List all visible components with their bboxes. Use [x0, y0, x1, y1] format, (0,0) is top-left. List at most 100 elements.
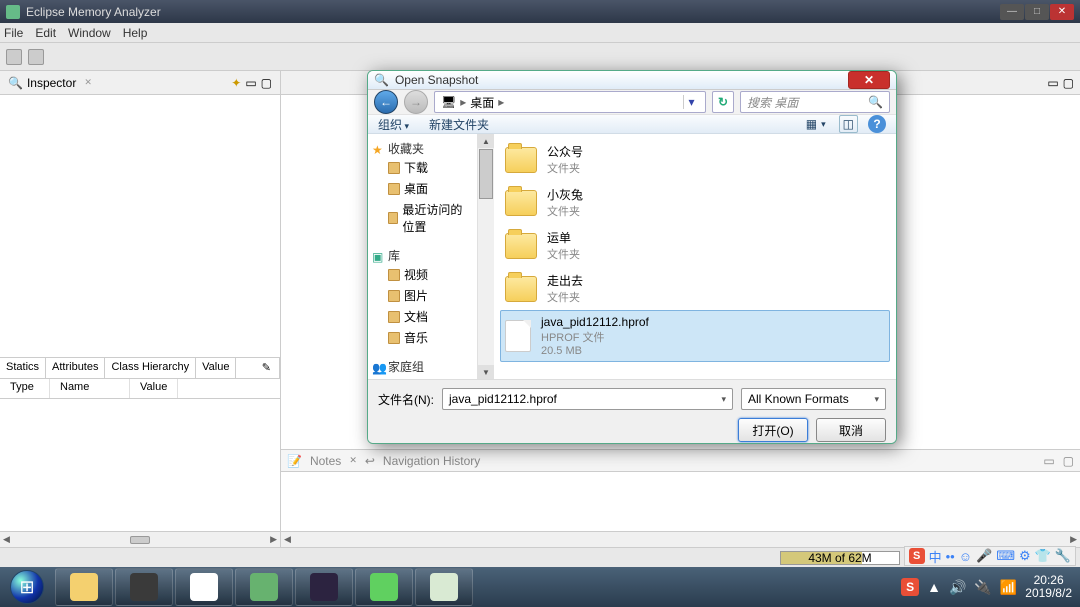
- tree-homegroup[interactable]: 👥家庭组: [372, 358, 473, 375]
- nav-history-tab[interactable]: Navigation History: [383, 454, 480, 468]
- taskbar-app-app-green[interactable]: [235, 568, 293, 606]
- preview-pane-button[interactable]: ◫: [839, 115, 858, 133]
- folder-item[interactable]: 走出去文件夹: [500, 267, 890, 310]
- menu-help[interactable]: Help: [123, 26, 148, 40]
- tray-volume-icon[interactable]: 🔊: [949, 579, 966, 596]
- ime-item-1[interactable]: ••: [946, 549, 955, 564]
- toolbar-open-icon[interactable]: [6, 49, 22, 65]
- organize-button[interactable]: 组织: [378, 116, 409, 133]
- window-maximize-button[interactable]: □: [1025, 4, 1049, 20]
- tree-scrollbar[interactable]: ▲▼: [478, 134, 494, 379]
- heap-meter[interactable]: 43M of 62M: [780, 551, 900, 565]
- folder-item[interactable]: 公众号文件夹: [500, 138, 890, 181]
- tree-downloads[interactable]: 下载: [388, 157, 473, 178]
- tab-statics[interactable]: Statics: [0, 358, 46, 378]
- file-list[interactable]: 公众号文件夹小灰兔文件夹运单文件夹走出去文件夹java_pid12112.hpr…: [494, 134, 896, 379]
- left-hscrollbar[interactable]: ◀ ▶: [0, 531, 280, 547]
- tree-recent[interactable]: 最近访问的位置: [388, 199, 473, 237]
- tree-libraries[interactable]: ▣库: [372, 247, 473, 264]
- tree-desktop[interactable]: 桌面: [388, 178, 473, 199]
- tree-music[interactable]: 音乐: [388, 327, 473, 348]
- view-mode-button[interactable]: ▦: [803, 115, 829, 133]
- file-item[interactable]: java_pid12112.hprofHPROF 文件20.5 MB: [500, 310, 890, 362]
- taskbar-app-wechat[interactable]: [355, 568, 413, 606]
- tray-ime-icon[interactable]: S: [901, 578, 919, 596]
- taskbar-app-db-tool[interactable]: [415, 568, 473, 606]
- taskbar[interactable]: S ▲ 🔊 🔌 📶 20:26 2019/8/2: [0, 567, 1080, 607]
- ime-logo-icon[interactable]: S: [909, 548, 925, 564]
- tab-value[interactable]: Value: [196, 358, 236, 378]
- address-bar[interactable]: 🖥 ▸ 桌面 ▸ ▾: [434, 91, 706, 113]
- inspector-settings-icon[interactable]: ✦: [231, 76, 241, 90]
- editor-minimize-icon[interactable]: ▭: [1047, 76, 1058, 90]
- format-dropdown-icon[interactable]: ▾: [874, 394, 879, 405]
- tab-wizard-icon[interactable]: ✎: [254, 358, 280, 378]
- tree-favorites[interactable]: ★收藏夹: [372, 140, 473, 157]
- help-button[interactable]: ?: [868, 115, 886, 133]
- dialog-close-button[interactable]: ✕: [848, 71, 890, 89]
- inspector-tab[interactable]: 🔍 Inspector ✕: [8, 76, 92, 90]
- taskbar-app-explorer[interactable]: [55, 568, 113, 606]
- ime-item-5[interactable]: ⚙: [1019, 548, 1031, 564]
- search-icon[interactable]: 🔍: [868, 95, 883, 109]
- ime-item-6[interactable]: 👕: [1035, 548, 1051, 564]
- new-folder-button[interactable]: 新建文件夹: [429, 116, 489, 133]
- ime-item-3[interactable]: 🎤: [976, 548, 992, 564]
- filename-input[interactable]: java_pid12112.hprof ▾: [442, 388, 733, 410]
- ime-item-0[interactable]: 中: [929, 547, 942, 566]
- filename-dropdown-icon[interactable]: ▾: [721, 394, 726, 405]
- taskbar-app-chrome[interactable]: [175, 568, 233, 606]
- tray-power-icon[interactable]: 🔌: [974, 579, 991, 596]
- ime-item-2[interactable]: ☺: [959, 549, 972, 564]
- open-button[interactable]: 打开(O): [738, 418, 808, 442]
- window-minimize-button[interactable]: —: [1000, 4, 1024, 20]
- tray-expand-icon[interactable]: ▲: [927, 579, 941, 595]
- address-root-icon[interactable]: 🖥: [441, 95, 456, 109]
- taskbar-app-app-dark[interactable]: [295, 568, 353, 606]
- inspector-tab-close[interactable]: ✕: [84, 77, 92, 88]
- inspector-minimize-icon[interactable]: ▭: [245, 76, 256, 90]
- window-close-button[interactable]: ✕: [1050, 4, 1074, 20]
- tray-network-icon[interactable]: 📶: [1000, 579, 1017, 596]
- breadcrumb-desktop[interactable]: 桌面: [470, 94, 494, 111]
- tray-clock[interactable]: 20:26 2019/8/2: [1025, 574, 1072, 600]
- tree-videos[interactable]: 视频: [388, 264, 473, 285]
- ime-item-7[interactable]: 🔧: [1055, 548, 1071, 564]
- breadcrumb-arrow[interactable]: ▸: [498, 95, 504, 109]
- inspector-maximize-icon[interactable]: ▢: [261, 76, 272, 90]
- start-button[interactable]: [0, 567, 54, 607]
- menu-window[interactable]: Window: [68, 26, 111, 40]
- tree-documents[interactable]: 文档: [388, 306, 473, 327]
- editor-maximize-icon[interactable]: ▢: [1063, 76, 1074, 90]
- tab-class-hierarchy[interactable]: Class Hierarchy: [105, 358, 196, 378]
- menu-file[interactable]: File: [4, 26, 23, 40]
- search-input[interactable]: 搜索 桌面 🔍: [740, 91, 890, 113]
- notes-maximize-icon[interactable]: ▢: [1063, 454, 1074, 468]
- col-value[interactable]: Value: [130, 379, 178, 398]
- system-tray[interactable]: S ▲ 🔊 🔌 📶 20:26 2019/8/2: [893, 567, 1080, 607]
- notes-minimize-icon[interactable]: ▭: [1043, 454, 1054, 468]
- folder-item[interactable]: 小灰兔文件夹: [500, 181, 890, 224]
- nav-forward-button[interactable]: →: [404, 90, 428, 114]
- notes-tab[interactable]: Notes: [310, 454, 341, 468]
- dialog-titlebar[interactable]: 🔍 Open Snapshot ✕: [368, 71, 896, 90]
- folder-item[interactable]: 运单文件夹: [500, 224, 890, 267]
- taskbar-app-sublime[interactable]: [115, 568, 173, 606]
- nav-tree[interactable]: ★收藏夹 下载 桌面 最近访问的位置 ▣库 视频 图片 文档 音乐 👥家庭组: [368, 134, 478, 379]
- nav-back-button[interactable]: ←: [374, 90, 398, 114]
- format-select[interactable]: All Known Formats ▾: [741, 388, 886, 410]
- address-dropdown[interactable]: ▾: [683, 95, 699, 109]
- ime-toolbar[interactable]: S 中 •• ☺ 🎤 ⌨ ⚙ 👕 🔧: [904, 546, 1076, 566]
- notes-close-icon[interactable]: ✕: [349, 455, 357, 466]
- toolbar-action-icon[interactable]: [28, 49, 44, 65]
- refresh-button[interactable]: ↻: [712, 91, 734, 113]
- col-name[interactable]: Name: [50, 379, 130, 398]
- tab-attributes[interactable]: Attributes: [46, 358, 105, 378]
- col-type[interactable]: Type: [0, 379, 50, 398]
- tree-pictures[interactable]: 图片: [388, 285, 473, 306]
- ime-item-4[interactable]: ⌨: [996, 548, 1015, 564]
- menu-edit[interactable]: Edit: [35, 26, 56, 40]
- editor-hscrollbar[interactable]: ◀ ▶: [281, 531, 1080, 547]
- cancel-button[interactable]: 取消: [816, 418, 886, 442]
- scrollbar-thumb[interactable]: [130, 536, 150, 544]
